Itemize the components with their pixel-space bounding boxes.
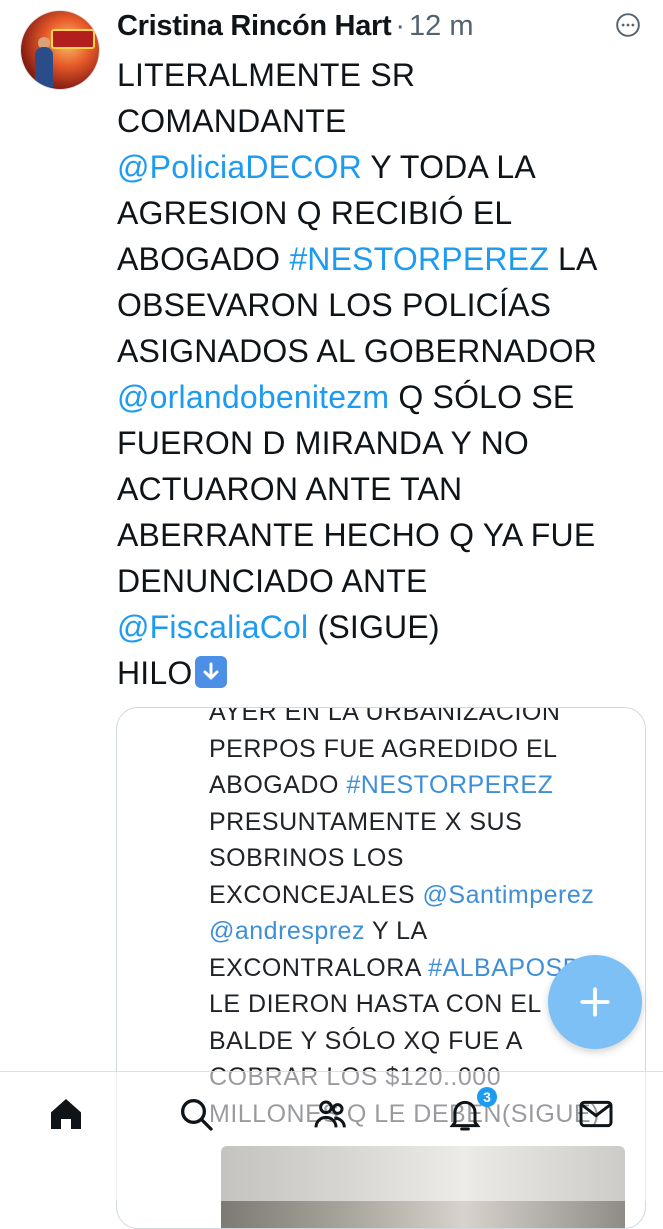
avatar-sign-decoration bbox=[51, 29, 95, 49]
avatar[interactable] bbox=[20, 10, 100, 90]
text-segment: Q SÓLO SE bbox=[389, 379, 575, 415]
tweet-text-line: @FiscaliaCol (SIGUE) bbox=[117, 604, 647, 650]
text-segment: BALDE Y SÓLO XQ FUE A bbox=[209, 1026, 523, 1055]
mention-link[interactable]: @andresprez bbox=[209, 917, 365, 945]
separator-dot: · bbox=[395, 9, 406, 42]
text-segment: LA bbox=[548, 241, 598, 277]
tweet-text-line: HILO bbox=[117, 650, 647, 696]
bottom-tab-bar bbox=[0, 1071, 663, 1201]
tweet-timestamp[interactable]: 12 m bbox=[409, 10, 473, 43]
text-segment: SOBRINOS LOS bbox=[209, 844, 404, 872]
media-screenshot-text: AYER EN LA URBANIZACIÓN PERPOS FUE AGREDI… bbox=[209, 707, 639, 1132]
more-options-icon[interactable] bbox=[615, 12, 641, 38]
text-segment: AYER EN LA URBANIZACIÓN bbox=[209, 707, 561, 726]
tweet-text-line: DENUNCIADO ANTE bbox=[117, 558, 647, 604]
tweet-text: LITERALMENTE SR COMANDANTE @PoliciaDECOR Y… bbox=[117, 52, 647, 696]
text-segment: (SIGUE) bbox=[308, 609, 440, 645]
messages-icon[interactable] bbox=[576, 1094, 616, 1134]
tweet-text-line: AGRESION Q RECIBIÓ EL bbox=[117, 190, 647, 236]
down-arrow-emoji-icon bbox=[194, 656, 227, 688]
media-text-line: PERPOS FUE AGREDIDO EL bbox=[209, 731, 639, 768]
tweet-text-line: @orlandobenitezm Q SÓLO SE bbox=[117, 374, 647, 420]
text-segment: ABOGADO bbox=[117, 241, 290, 277]
tweet-text-line: COMANDANTE bbox=[117, 98, 647, 144]
text-segment: AGRESION Q RECIBIÓ EL bbox=[117, 195, 513, 231]
home-icon[interactable] bbox=[46, 1094, 86, 1134]
text-segment: FUERON D MIRANDA Y NO bbox=[117, 425, 529, 461]
tweet-text-line: LITERALMENTE SR bbox=[117, 52, 647, 98]
text-segment: LITERALMENTE SR bbox=[117, 57, 416, 93]
avatar-person-body bbox=[35, 47, 53, 87]
search-icon[interactable] bbox=[176, 1094, 216, 1134]
text-segment: ACTUARON ANTE TAN bbox=[117, 471, 463, 507]
text-segment: Y TODA LA bbox=[361, 149, 536, 185]
text-segment: COMANDANTE bbox=[117, 103, 347, 139]
text-segment: ABERRANTE HECHO Q YA FUE bbox=[117, 517, 596, 553]
communities-icon[interactable] bbox=[311, 1094, 351, 1134]
compose-button[interactable] bbox=[548, 955, 642, 1049]
tweet-text-line: ASIGNADOS AL GOBERNADOR bbox=[117, 328, 647, 374]
tweet-text-line: ACTUARON ANTE TAN bbox=[117, 466, 647, 512]
text-segment: HILO bbox=[117, 655, 193, 691]
text-segment: EXCONTRALORA bbox=[209, 953, 429, 982]
notifications-badge: 3 bbox=[477, 1087, 497, 1107]
text-segment: ASIGNADOS AL GOBERNADOR bbox=[117, 333, 597, 369]
text-segment: LE DIERON HASTA CON EL bbox=[209, 990, 542, 1018]
author-name[interactable]: Cristina Rincón Hart bbox=[117, 10, 392, 43]
mention-link[interactable]: @orlandobenitezm bbox=[117, 379, 389, 415]
media-text-line: SOBRINOS LOS bbox=[209, 840, 639, 877]
plus-icon bbox=[580, 987, 610, 1017]
hashtag-link[interactable]: #NESTORPEREZ bbox=[289, 241, 549, 277]
tweet-text-line: FUERON D MIRANDA Y NO bbox=[117, 420, 647, 466]
media-text-line: AYER EN LA URBANIZACIÓN bbox=[209, 707, 639, 731]
media-text-line: @andresprez Y LA bbox=[209, 913, 639, 950]
tweet-header: Cristina Rincón Hart · 12 m bbox=[117, 6, 474, 46]
text-segment: Y LA bbox=[364, 917, 428, 945]
text-segment: DENUNCIADO ANTE bbox=[117, 563, 428, 599]
text-segment: OBSEVARON LOS POLICÍAS bbox=[117, 287, 552, 323]
media-text-line: PRESUNTAMENTE X SUS bbox=[209, 804, 639, 841]
mention-link[interactable]: @PoliciaDECOR bbox=[117, 149, 362, 185]
mention-link[interactable]: @Santimperez bbox=[423, 881, 595, 909]
tweet-text-line: OBSEVARON LOS POLICÍAS bbox=[117, 282, 647, 328]
text-segment: PERPOS FUE AGREDIDO EL bbox=[209, 734, 558, 763]
tweet-text-line: ABERRANTE HECHO Q YA FUE bbox=[117, 512, 647, 558]
text-segment: ABOGADO bbox=[209, 771, 347, 799]
text-segment: EXCONCEJALES bbox=[209, 880, 423, 909]
media-text-line: ABOGADO #NESTORPEREZ bbox=[209, 767, 639, 804]
tweet-text-line: @PoliciaDECOR Y TODA LA bbox=[117, 144, 647, 190]
tweet-text-line: ABOGADO #NESTORPEREZ LA bbox=[117, 236, 647, 282]
mention-link[interactable]: @FiscaliaCol bbox=[117, 609, 308, 645]
media-text-line: EXCONCEJALES @Santimperez bbox=[209, 877, 639, 914]
hashtag-link[interactable]: #NESTORPEREZ bbox=[346, 771, 553, 799]
text-segment: PRESUNTAMENTE X SUS bbox=[209, 807, 523, 836]
